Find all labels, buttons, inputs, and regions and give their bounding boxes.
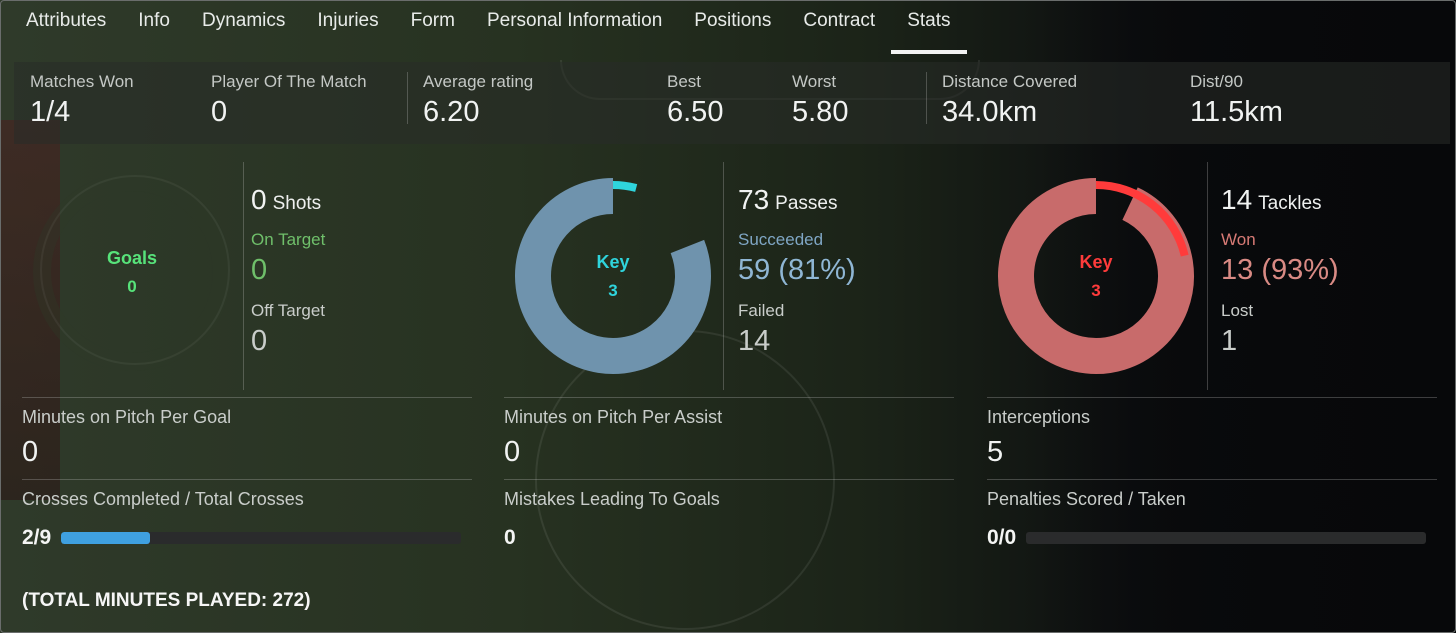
penalties-progress-bar: [1026, 532, 1427, 544]
best-rating-stat: Best 6.50: [667, 72, 723, 129]
average-rating-value: 6.20: [423, 96, 480, 128]
passes-total: 73 Passes: [738, 184, 856, 216]
won-value: 13 (93%): [1221, 254, 1339, 286]
average-rating-label: Average rating: [423, 72, 534, 91]
mistakes-value: 0: [504, 526, 516, 549]
divider: [723, 162, 724, 390]
minutes-per-goal-label: Minutes on Pitch Per Goal: [22, 407, 232, 427]
minutes-per-assist-value: 0: [504, 436, 521, 468]
tab-positions[interactable]: Positions: [678, 0, 787, 54]
off-target-value: 0: [251, 325, 268, 357]
interceptions-value: 5: [987, 436, 1004, 468]
shots-panel: Goals 0 0 Shots On Target 0 Off Target 0: [0, 162, 480, 390]
shots-total: 0 Shots: [251, 184, 325, 216]
tackles-donut: Key 3: [996, 176, 1196, 376]
worst-rating-label: Worst: [792, 72, 837, 91]
won-label: Won: [1221, 230, 1256, 249]
passes-donut: Key 3: [513, 176, 713, 376]
divider: [407, 72, 408, 124]
shots-total-value: 0: [251, 184, 267, 215]
distance-covered-label: Distance Covered: [942, 72, 1078, 91]
goals-donut-value: 0: [127, 276, 137, 296]
succeeded-value: 59 (81%): [738, 254, 856, 286]
penalties-ratio: 0/0: [987, 526, 1427, 550]
tackles-panel: Key 3 14 Tackles Won 13 (93%) Lost 1: [975, 162, 1450, 390]
passes-total-label: Passes: [775, 193, 838, 214]
tackles-total-label: Tackles: [1258, 193, 1322, 214]
matches-won-stat: Matches Won 1/4: [30, 72, 134, 129]
key-tackles-label: Key: [1079, 251, 1113, 272]
shots-total-label: Shots: [272, 193, 322, 214]
tab-stats[interactable]: Stats: [891, 0, 967, 54]
summary-band: Matches Won 1/4 Player Of The Match 0 Av…: [14, 62, 1450, 144]
tackles-total: 14 Tackles: [1221, 184, 1339, 216]
succeeded-label: Succeeded: [738, 230, 824, 249]
tackles-total-value: 14: [1221, 184, 1253, 215]
tab-form[interactable]: Form: [395, 0, 471, 54]
interceptions-stat: Interceptions 5: [987, 397, 1437, 468]
matches-won-label: Matches Won: [30, 72, 134, 91]
failed-label: Failed: [738, 301, 785, 320]
distance-covered-stat: Distance Covered 34.0km: [942, 72, 1077, 129]
divider: [243, 162, 244, 390]
minutes-per-assist-label: Minutes on Pitch Per Assist: [504, 407, 723, 427]
crosses-label: Crosses Completed / Total Crosses: [22, 489, 304, 509]
worst-rating-value: 5.80: [792, 96, 849, 128]
tab-injuries[interactable]: Injuries: [301, 0, 394, 54]
penalties-value: 0/0: [987, 526, 1017, 549]
mistakes-ratio: 0: [504, 526, 526, 550]
matches-won-value: 1/4: [30, 96, 71, 128]
distance-covered-value: 34.0km: [942, 96, 1038, 128]
minutes-per-assist-stat: Minutes on Pitch Per Assist 0: [504, 397, 954, 468]
failed-value: 14: [738, 325, 771, 357]
potm-label: Player Of The Match: [211, 72, 367, 91]
total-minutes-played: (TOTAL MINUTES PLAYED: 272): [22, 590, 311, 611]
potm-stat: Player Of The Match 0: [211, 72, 367, 129]
tab-personal-information[interactable]: Personal Information: [471, 0, 678, 54]
passes-total-value: 73: [738, 184, 770, 215]
tab-info[interactable]: Info: [122, 0, 186, 54]
best-rating-value: 6.50: [667, 96, 724, 128]
divider: [1207, 162, 1208, 390]
penalties-label: Penalties Scored / Taken: [987, 489, 1186, 509]
on-target-label: On Target: [251, 230, 326, 249]
potm-value: 0: [211, 96, 228, 128]
key-passes-value: 3: [608, 280, 618, 300]
crosses-ratio: 2/9: [22, 526, 462, 550]
dist-per-90-value: 11.5km: [1190, 96, 1283, 128]
on-target-value: 0: [251, 254, 268, 286]
dist-per-90-stat: Dist/90 11.5km: [1190, 72, 1283, 129]
divider: [926, 72, 927, 124]
minutes-per-goal-stat: Minutes on Pitch Per Goal 0: [22, 397, 472, 468]
tackles-breakdown: 14 Tackles Won 13 (93%) Lost 1: [1221, 184, 1339, 358]
key-tackles-value: 3: [1091, 280, 1101, 300]
lost-label: Lost: [1221, 301, 1254, 320]
crosses-progress-bar: [61, 532, 462, 544]
tab-dynamics[interactable]: Dynamics: [186, 0, 301, 54]
shots-breakdown: 0 Shots On Target 0 Off Target 0: [251, 184, 325, 358]
passes-breakdown: 73 Passes Succeeded 59 (81%) Failed 14: [738, 184, 856, 358]
dist-per-90-label: Dist/90: [1190, 72, 1243, 91]
minutes-per-goal-value: 0: [22, 436, 39, 468]
goals-donut: Goals 0: [32, 172, 232, 372]
average-rating-stat: Average rating 6.20: [423, 72, 533, 129]
tab-contract[interactable]: Contract: [787, 0, 891, 54]
off-target-label: Off Target: [251, 301, 326, 320]
tab-bar: Attributes Info Dynamics Injuries Form P…: [0, 0, 967, 54]
lost-value: 1: [1221, 325, 1238, 357]
goals-donut-label: Goals: [106, 247, 158, 268]
crosses-progress-fill: [61, 532, 150, 544]
mistakes-label: Mistakes Leading To Goals: [504, 489, 720, 509]
mistakes-stat: Mistakes Leading To Goals: [504, 479, 954, 559]
tab-attributes[interactable]: Attributes: [10, 0, 122, 54]
interceptions-label: Interceptions: [987, 407, 1091, 427]
best-rating-label: Best: [667, 72, 702, 91]
worst-rating-stat: Worst 5.80: [792, 72, 848, 129]
key-passes-label: Key: [596, 251, 630, 272]
crosses-value: 2/9: [22, 526, 52, 549]
passes-panel: Key 3 73 Passes Succeeded 59 (81%) Failed…: [490, 162, 970, 390]
